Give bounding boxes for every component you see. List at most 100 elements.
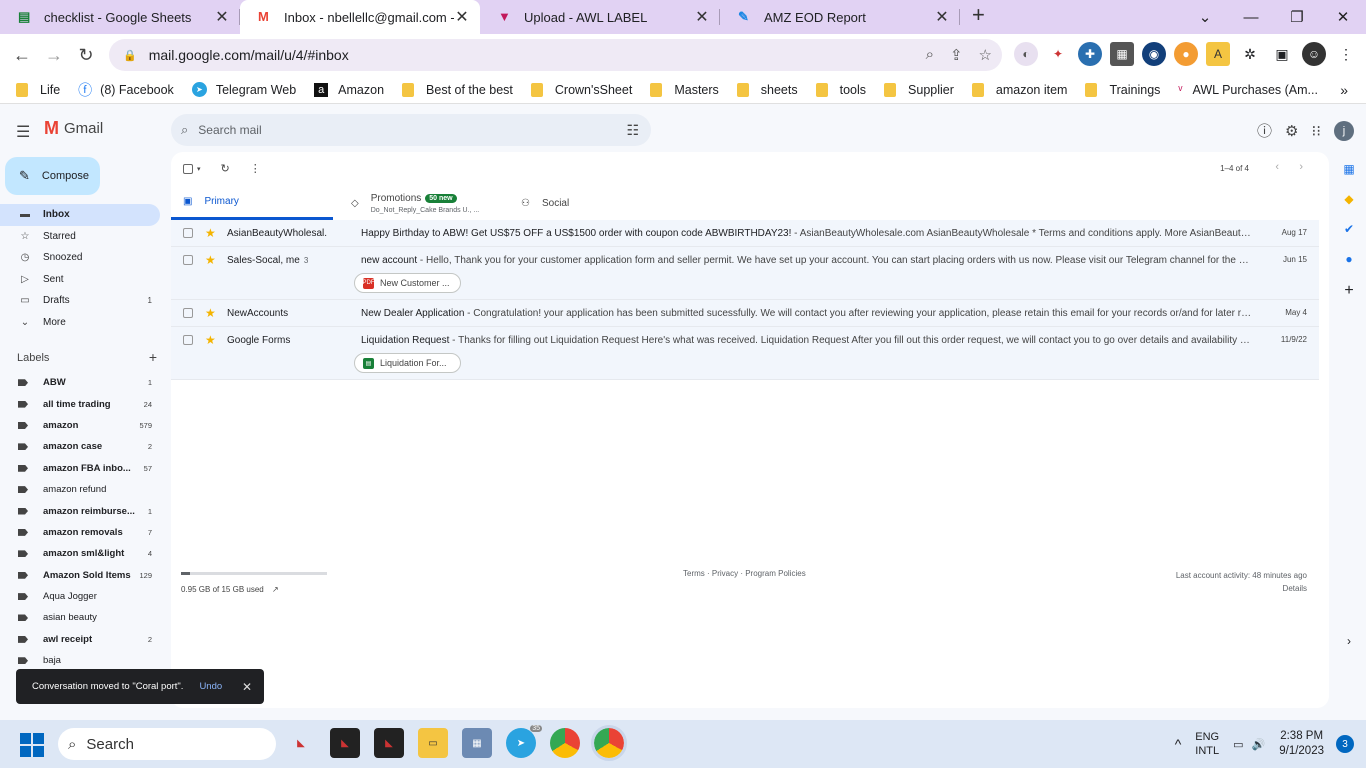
- row-checkbox[interactable]: [183, 255, 193, 265]
- bookmark-item[interactable]: sheets: [736, 82, 798, 97]
- sidebar-item-starred[interactable]: ☆ Starred: [0, 226, 170, 248]
- star-toggle-icon[interactable]: ★: [205, 226, 216, 240]
- extensions-puzzle-icon[interactable]: ✲: [1238, 42, 1262, 66]
- label-item[interactable]: asian beauty: [0, 607, 170, 628]
- clock[interactable]: 2:38 PM 9/1/2023: [1279, 729, 1324, 759]
- email-row[interactable]: ★ NewAccounts New Dealer Application - Con…: [171, 300, 1319, 327]
- email-row[interactable]: ★ Google Forms Liquidation Request - Thank…: [171, 327, 1319, 380]
- sidebar-item-snoozed[interactable]: ◷ Snoozed: [0, 247, 170, 269]
- search-options-icon[interactable]: ☷: [626, 122, 639, 139]
- browser-tab[interactable]: ▤ checklist - Google Sheets ✕: [0, 0, 240, 34]
- bookmark-item[interactable]: Masters: [650, 82, 719, 97]
- email-row[interactable]: ★ Sales-Socal, me 3 new account - Hello, Th…: [171, 247, 1319, 300]
- row-checkbox[interactable]: [183, 228, 193, 238]
- label-item[interactable]: amazon removals 7: [0, 522, 170, 543]
- zoom-icon[interactable]: ⌕: [926, 46, 934, 64]
- telegram-icon[interactable]: ➤ 35: [506, 725, 542, 758]
- email-row[interactable]: ★ AsianBeautyWholesal. Happy Birthday to A…: [171, 220, 1319, 247]
- bookmark-item[interactable]: Supplier: [884, 82, 954, 97]
- footer-links[interactable]: Terms · Privacy · Program Policies: [683, 569, 806, 578]
- settings-gear-icon[interactable]: ⚙: [1285, 122, 1298, 140]
- tray-overflow-icon[interactable]: ^: [1175, 736, 1182, 752]
- extension-4-icon[interactable]: ▦: [1110, 42, 1134, 66]
- tab-search-icon[interactable]: ⌄: [1182, 8, 1228, 26]
- bookmark-item[interactable]: Life: [16, 82, 60, 97]
- new-tab-button[interactable]: +: [972, 2, 985, 28]
- browser-tab[interactable]: ✎ AMZ EOD Report ✕: [720, 0, 960, 34]
- label-item[interactable]: Aqua Jogger: [0, 586, 170, 607]
- share-icon[interactable]: ⇪: [950, 46, 963, 64]
- gmail-logo[interactable]: M Gmail: [44, 118, 103, 139]
- chrome-menu-icon[interactable]: ⋮: [1334, 42, 1358, 66]
- extension-5-icon[interactable]: ◉: [1142, 42, 1166, 66]
- calendar-icon[interactable]: ▦: [1332, 162, 1366, 176]
- omnibox[interactable]: 🔒 mail.google.com/mail/u/4/#inbox ⌕ ⇪ ☆: [109, 39, 1002, 71]
- star-toggle-icon[interactable]: ★: [205, 253, 216, 267]
- forward-button[interactable]: →: [38, 45, 70, 66]
- label-item[interactable]: ABW 1: [0, 372, 170, 393]
- extension-2-icon[interactable]: ✦: [1046, 42, 1070, 66]
- chrome-icon[interactable]: [550, 728, 580, 758]
- external-link-icon[interactable]: ↗: [272, 585, 279, 594]
- row-checkbox[interactable]: [183, 335, 193, 345]
- close-window-button[interactable]: ✕: [1320, 8, 1366, 26]
- help-icon[interactable]: ⓘ: [1257, 120, 1272, 141]
- main-menu-icon[interactable]: ☰: [16, 122, 32, 142]
- close-tab-icon[interactable]: ✕: [934, 7, 950, 27]
- close-tab-icon[interactable]: ✕: [694, 7, 710, 27]
- search-mail-box[interactable]: ⌕ Search mail ☷: [171, 114, 651, 146]
- sidebar-item-inbox[interactable]: ▬ Inbox: [0, 204, 160, 226]
- bookmark-item[interactable]: amazon item: [971, 82, 1067, 97]
- sidebar-item-drafts[interactable]: ▭ Drafts 1: [0, 290, 170, 312]
- refresh-icon[interactable]: ↻: [221, 162, 230, 175]
- tab-social[interactable]: ⚇ Social: [503, 186, 569, 220]
- app-3-icon[interactable]: ◣: [374, 728, 404, 758]
- undo-button[interactable]: Undo: [199, 681, 222, 692]
- minimize-button[interactable]: —: [1228, 9, 1274, 26]
- extension-3-icon[interactable]: ✚: [1078, 42, 1102, 66]
- search-input[interactable]: Search mail: [198, 123, 261, 137]
- label-item[interactable]: amazon 579: [0, 415, 170, 436]
- close-tab-icon[interactable]: ✕: [214, 7, 230, 27]
- display-icon[interactable]: ▭: [1233, 738, 1243, 751]
- reload-button[interactable]: ↻: [70, 45, 102, 66]
- bookmark-item[interactable]: ᵛ AWL Purchases (Am...: [1178, 83, 1318, 97]
- bookmark-item[interactable]: Crown'sSheet: [530, 82, 632, 97]
- select-all-checkbox[interactable]: ▾: [183, 163, 201, 174]
- close-snackbar-icon[interactable]: ✕: [242, 680, 252, 694]
- windows-start-icon[interactable]: [20, 733, 44, 757]
- volume-icon[interactable]: 🔊: [1252, 738, 1266, 751]
- bookmark-item[interactable]: ➤ Telegram Web: [191, 82, 296, 97]
- calculator-icon[interactable]: ▦: [462, 728, 492, 758]
- app-1-icon[interactable]: ◣: [286, 728, 316, 758]
- details-link[interactable]: Details: [1176, 582, 1307, 595]
- compose-button[interactable]: ✎ Compose: [5, 157, 100, 195]
- search-icon[interactable]: ⌕: [181, 122, 188, 138]
- profile-avatar[interactable]: ☺: [1302, 42, 1326, 66]
- star-toggle-icon[interactable]: ★: [205, 306, 216, 320]
- app-2-icon[interactable]: ◣: [330, 728, 360, 758]
- older-page-icon[interactable]: ›: [1299, 161, 1303, 173]
- bookmark-item[interactable]: a Amazon: [314, 82, 384, 97]
- label-item[interactable]: Amazon Sold Items 129: [0, 565, 170, 586]
- attachment-chip[interactable]: ▤ Liquidation For...: [354, 353, 461, 373]
- star-toggle-icon[interactable]: ★: [205, 333, 216, 347]
- bookmark-star-icon[interactable]: ☆: [979, 46, 992, 64]
- notification-badge[interactable]: 3: [1336, 735, 1354, 753]
- tab-primary[interactable]: ▣ Primary: [171, 186, 333, 220]
- chrome-active-icon[interactable]: [591, 725, 627, 761]
- bookmark-item[interactable]: tools: [815, 82, 866, 97]
- account-avatar[interactable]: j: [1334, 120, 1354, 141]
- taskbar-search[interactable]: ⌕ Search: [58, 728, 276, 760]
- tab-promotions[interactable]: ◇ Promotions 50 new Do_Not_Reply_Cake Br…: [333, 186, 503, 220]
- label-item[interactable]: amazon FBA inbo... 57: [0, 458, 170, 479]
- add-addon-icon[interactable]: +: [1332, 282, 1366, 300]
- create-label-button[interactable]: +: [149, 349, 157, 365]
- sidebar-item-sent[interactable]: ▷ Sent: [0, 269, 170, 291]
- restore-button[interactable]: ❐: [1274, 8, 1320, 26]
- extension-7-icon[interactable]: A: [1206, 42, 1230, 66]
- browser-tab[interactable]: M Inbox - nbellellc@gmail.com - Gm✕: [240, 0, 480, 34]
- sidebar-item-more[interactable]: ⌄ More: [0, 312, 170, 334]
- more-options-icon[interactable]: ⋮: [250, 162, 261, 175]
- google-apps-icon[interactable]: ⁝⁝: [1311, 122, 1321, 140]
